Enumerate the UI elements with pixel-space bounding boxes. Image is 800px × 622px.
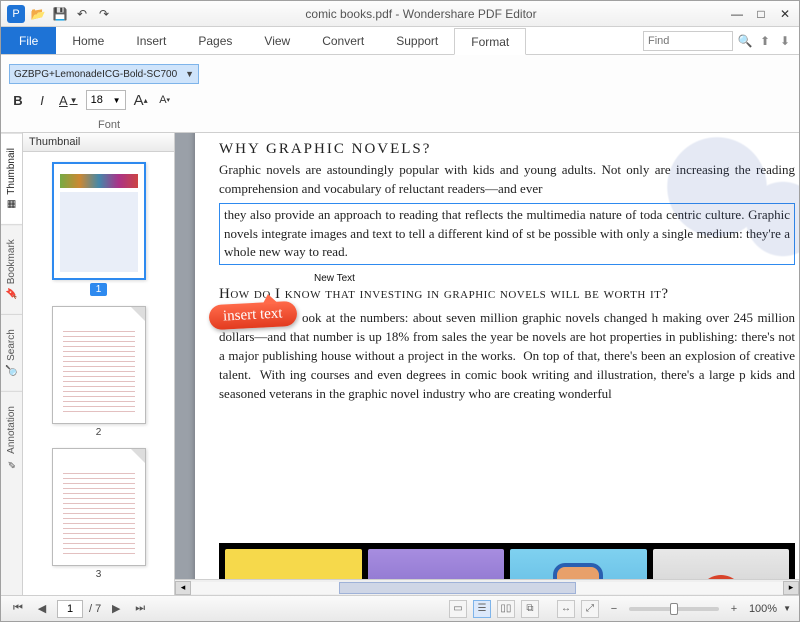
app-window: P 📂 💾 ↶ ↷ comic books.pdf - Wondershare … <box>0 0 800 622</box>
horizontal-scrollbar[interactable]: ◂ ▸ <box>175 579 799 595</box>
thumbnail-panel: Thumbnail 1 2 3 <box>23 133 175 595</box>
thumbnail-page-number: 3 <box>96 569 102 580</box>
italic-button[interactable]: I <box>33 90 51 110</box>
close-button[interactable]: ✕ <box>777 7 793 21</box>
view-continuous-button[interactable]: ☰ <box>473 600 491 618</box>
scroll-left-icon[interactable]: ◂ <box>175 581 191 595</box>
prev-page-button[interactable]: ◀ <box>33 600 51 618</box>
zoom-level-label: 100% <box>749 603 777 615</box>
save-icon[interactable]: 💾 <box>51 5 69 23</box>
app-icon: P <box>7 5 25 23</box>
file-menu-button[interactable]: File <box>1 27 56 54</box>
search-icon: 🔍 <box>6 365 17 377</box>
next-page-button[interactable]: ▶ <box>107 600 125 618</box>
thumbnail-icon: ▦ <box>6 199 17 210</box>
thumbnail-page[interactable]: 3 <box>51 448 147 580</box>
thumbnail-page[interactable]: 2 <box>51 306 147 438</box>
tab-insert[interactable]: Insert <box>120 27 182 54</box>
tab-format[interactable]: Format <box>454 28 526 55</box>
title-bar: P 📂 💾 ↶ ↷ comic books.pdf - Wondershare … <box>1 1 799 27</box>
font-family-dropdown[interactable]: GZBPG+LemonadeICG-Bold-SC700 ▼ <box>9 64 199 84</box>
view-continuous-facing-button[interactable]: ⧉ <box>521 600 539 618</box>
side-tab-strip: ▦Thumbnail 🔖Bookmark 🔍Search ✎Annotation <box>1 133 23 595</box>
font-color-button[interactable]: A▼ <box>57 90 80 110</box>
thumbnail-list: 1 2 3 <box>23 152 174 595</box>
tab-convert[interactable]: Convert <box>306 27 380 54</box>
current-page-input[interactable] <box>57 600 83 618</box>
fit-page-button[interactable]: ⤢ <box>581 600 599 618</box>
maximize-button[interactable]: □ <box>753 7 769 21</box>
find-box: 🔍 ⬆ ⬇ <box>643 27 799 54</box>
sidetab-thumbnail[interactable]: ▦Thumbnail <box>1 133 22 224</box>
workspace: ▦Thumbnail 🔖Bookmark 🔍Search ✎Annotation… <box>1 133 799 595</box>
ribbon-tabs: File Home Insert Pages View Convert Supp… <box>1 27 799 55</box>
chevron-down-icon: ▼ <box>185 69 194 79</box>
annotation-icon: ✎ <box>6 458 17 469</box>
view-facing-button[interactable]: ▯▯ <box>497 600 515 618</box>
find-prev-icon[interactable]: ⬆ <box>757 33 773 49</box>
font-size-value: 18 <box>91 94 103 106</box>
total-pages-label: / 7 <box>89 603 101 615</box>
zoom-slider[interactable] <box>629 607 719 611</box>
redo-icon[interactable]: ↷ <box>95 5 113 23</box>
zoom-slider-handle[interactable] <box>670 603 678 615</box>
tab-pages[interactable]: Pages <box>182 27 248 54</box>
scroll-thumb[interactable] <box>339 582 576 594</box>
sidetab-search[interactable]: 🔍Search <box>1 314 22 391</box>
thumbnail-page[interactable]: 1 <box>51 162 147 296</box>
find-next-icon[interactable]: ⬇ <box>777 33 793 49</box>
font-family-value: GZBPG+LemonadeICG-Bold-SC700 <box>14 69 177 80</box>
thumbnail-page-number: 2 <box>96 427 102 438</box>
shrink-font-button[interactable]: A▾ <box>156 90 174 110</box>
ribbon-group-label: Font <box>9 119 209 131</box>
pdf-page[interactable]: WHY GRAPHIC NOVELS? Graphic novels are a… <box>195 133 799 595</box>
quick-access-toolbar: P 📂 💾 ↶ ↷ <box>7 5 113 23</box>
bold-button[interactable]: B <box>9 90 27 110</box>
tab-home[interactable]: Home <box>56 27 120 54</box>
undo-icon[interactable]: ↶ <box>73 5 91 23</box>
first-page-button[interactable]: ⏮ <box>9 600 27 618</box>
chevron-down-icon: ▼ <box>113 96 121 105</box>
insert-text-callout: insert text <box>208 301 297 331</box>
thumbnail-panel-title: Thumbnail <box>23 133 174 152</box>
thumbnail-page-number: 1 <box>90 283 108 296</box>
scroll-right-icon[interactable]: ▸ <box>783 581 799 595</box>
window-controls: — □ ✕ <box>729 7 793 21</box>
fit-width-button[interactable]: ↔ <box>557 600 575 618</box>
bookmark-icon: 🔖 <box>6 288 17 300</box>
last-page-button[interactable]: ⏭ <box>131 600 149 618</box>
grow-font-button[interactable]: A▴ <box>132 90 150 110</box>
document-viewport[interactable]: WHY GRAPHIC NOVELS? Graphic novels are a… <box>175 133 799 595</box>
window-title: comic books.pdf - Wondershare PDF Editor <box>113 7 729 21</box>
tab-support[interactable]: Support <box>380 27 454 54</box>
sidetab-annotation[interactable]: ✎Annotation <box>1 391 22 483</box>
status-bar: ⏮ ◀ / 7 ▶ ⏭ ▭ ☰ ▯▯ ⧉ ↔ ⤢ − + 100% ▼ <box>1 595 799 621</box>
zoom-out-button[interactable]: − <box>605 600 623 618</box>
sidetab-bookmark[interactable]: 🔖Bookmark <box>1 224 22 314</box>
zoom-in-button[interactable]: + <box>725 600 743 618</box>
font-size-dropdown[interactable]: 18 ▼ <box>86 90 126 110</box>
search-icon[interactable]: 🔍 <box>737 33 753 49</box>
paragraph-text[interactable]: You ook at the numbers: about seven mill… <box>219 309 795 403</box>
tab-view[interactable]: View <box>248 27 306 54</box>
view-single-page-button[interactable]: ▭ <box>449 600 467 618</box>
find-input[interactable] <box>643 31 733 51</box>
subheading-question[interactable]: How do I know that investing in graphic … <box>219 286 795 303</box>
open-icon[interactable]: 📂 <box>29 5 47 23</box>
scroll-track[interactable] <box>191 582 783 594</box>
chevron-down-icon[interactable]: ▼ <box>783 604 791 613</box>
ribbon-format: GZBPG+LemonadeICG-Bold-SC700 ▼ B I A▼ 18… <box>1 55 799 133</box>
minimize-button[interactable]: — <box>729 7 745 21</box>
